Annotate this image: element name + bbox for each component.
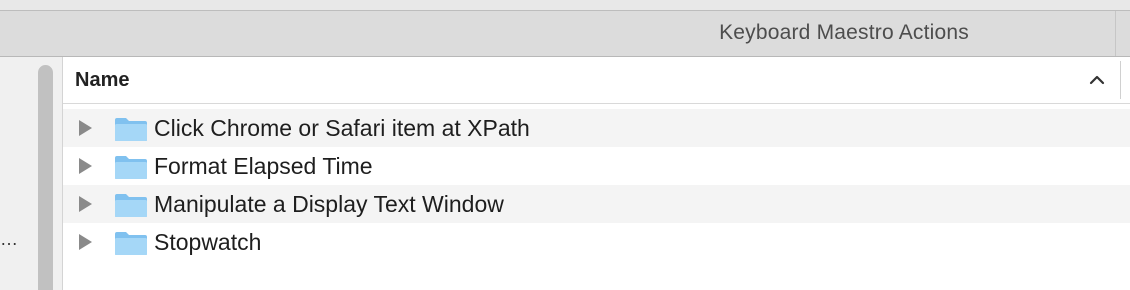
list-rows: Click Chrome or Safari item at XPath For…: [63, 109, 1130, 261]
folder-icon: [115, 156, 147, 179]
window-title: Keyboard Maestro Actions: [719, 21, 969, 44]
folder-icon: [115, 232, 147, 255]
disclosure-triangle-icon[interactable]: [79, 120, 92, 136]
list-header: Name: [63, 57, 1130, 104]
list-item-label: Click Chrome or Safari item at XPath: [154, 115, 530, 141]
name-column-header[interactable]: Name: [75, 69, 129, 92]
disclosure-triangle-icon[interactable]: [79, 158, 92, 174]
titlebar-divider: [1115, 11, 1116, 56]
list-item[interactable]: Manipulate a Display Text Window: [63, 185, 1130, 223]
folder-icon: [115, 194, 147, 217]
folder-icon: [115, 118, 147, 141]
list-item-label: Format Elapsed Time: [154, 153, 373, 179]
sidebar: [0, 57, 63, 290]
chevron-up-icon[interactable]: [1086, 69, 1108, 91]
list-item[interactable]: Click Chrome or Safari item at XPath: [63, 109, 1130, 147]
list-item[interactable]: Format Elapsed Time: [63, 147, 1130, 185]
list-item-label: Stopwatch: [154, 229, 262, 255]
disclosure-triangle-icon[interactable]: [79, 196, 92, 212]
file-list: Name Click Chrome or Safari item at XPat…: [63, 57, 1130, 290]
disclosure-triangle-icon[interactable]: [79, 234, 92, 250]
column-separator[interactable]: [1120, 61, 1121, 99]
sidebar-overflow-indicator: …: [0, 229, 18, 249]
list-item[interactable]: Stopwatch: [63, 223, 1130, 261]
list-item-label: Manipulate a Display Text Window: [154, 191, 504, 217]
top-strip: [0, 0, 1130, 11]
sidebar-scrollbar[interactable]: [38, 65, 53, 290]
title-bar: Keyboard Maestro Actions: [0, 11, 1130, 57]
